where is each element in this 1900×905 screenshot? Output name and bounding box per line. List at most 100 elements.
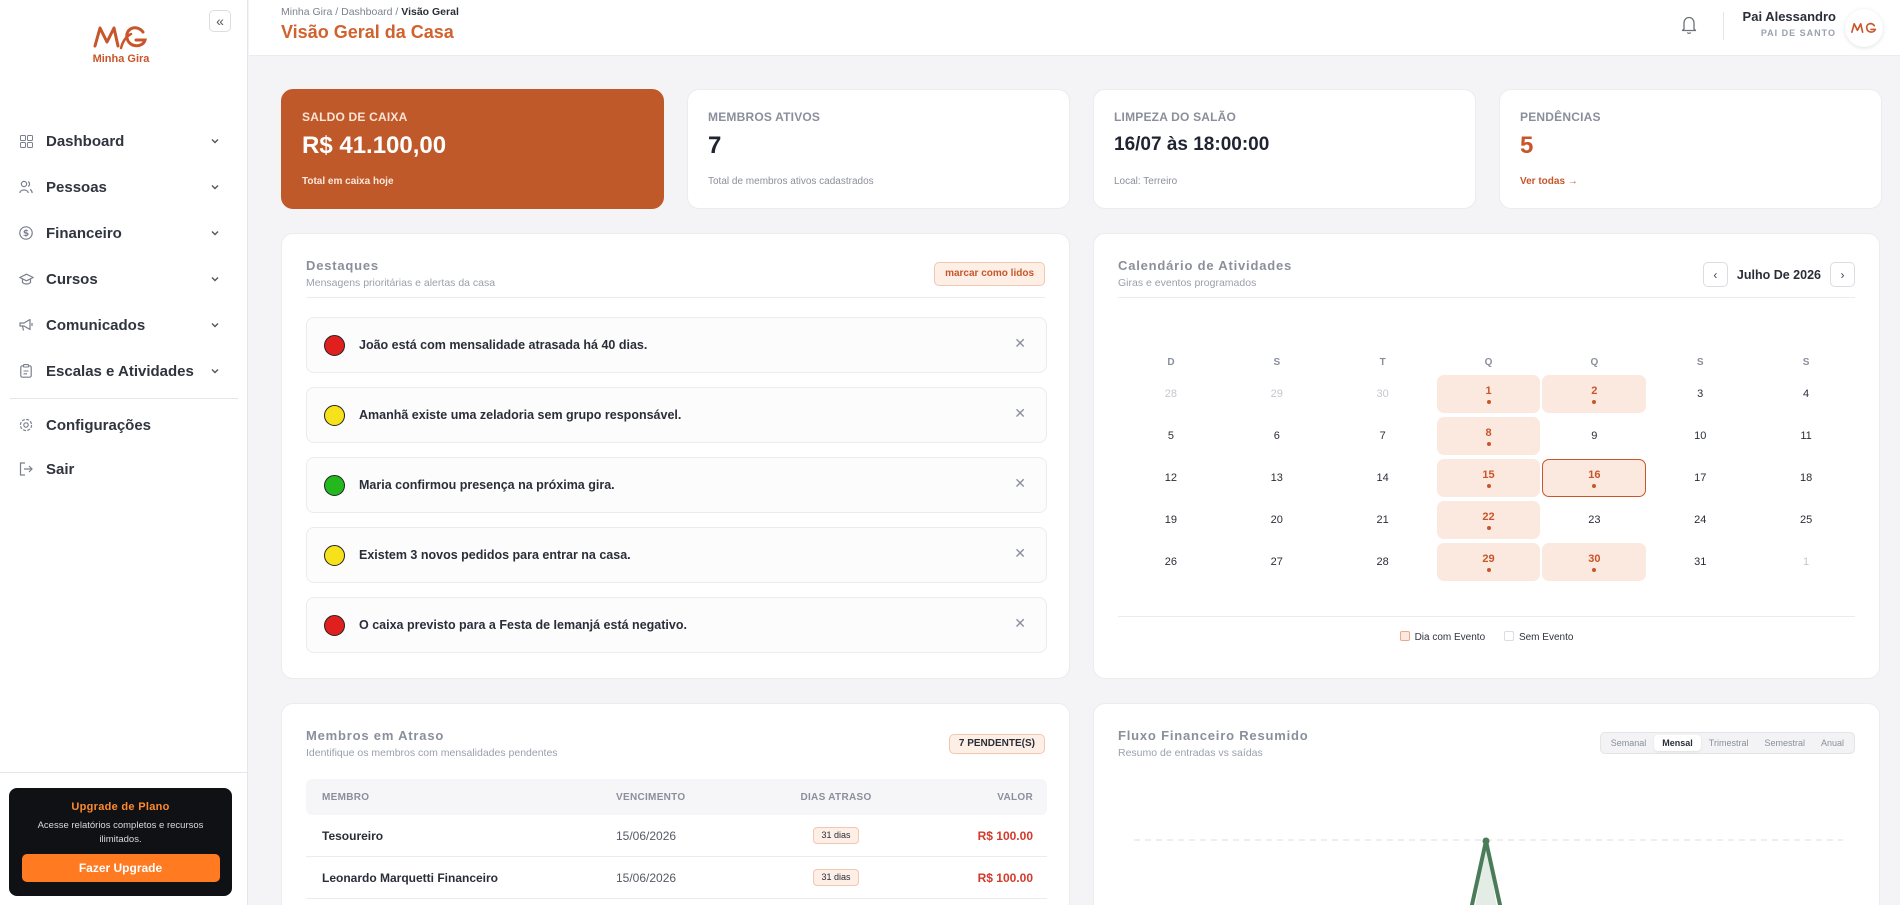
day-number: 2 [1591,384,1598,397]
logo-mark-icon [93,26,147,50]
calendar-day[interactable]: 20 [1225,499,1329,541]
calendar-day[interactable]: 27 [1225,541,1329,583]
stat-subtext: Total de membros ativos cadastrados [708,176,874,187]
event-dot-icon [1592,399,1597,404]
sidebar-item-cursos[interactable]: Cursos [0,256,248,302]
close-icon[interactable]: ✕ [1014,615,1026,632]
day-number: 22 [1482,510,1495,523]
calendar-day[interactable]: 19 [1119,499,1223,541]
days-late-badge: 31 dias [813,827,859,844]
collapse-sidebar-button[interactable]: « [209,10,231,32]
calendar-day[interactable]: 1 [1754,541,1858,583]
close-icon[interactable]: ✕ [1014,405,1026,422]
calendar-day[interactable]: 5 [1119,415,1223,457]
calendar-day[interactable]: 21 [1331,499,1435,541]
logo[interactable]: Minha Gira [85,22,157,65]
upgrade-button[interactable]: Fazer Upgrade [21,854,220,882]
calendar-day-event[interactable]: 2 [1542,375,1647,413]
calendar-day-event[interactable]: 22 [1436,501,1541,539]
sidebar-item-comunicados[interactable]: Comunicados [0,302,248,348]
sidebar-item-label: Comunicados [46,316,146,334]
calendar-day[interactable]: 30 [1331,373,1435,415]
period-option[interactable]: Trimestral [1701,735,1757,751]
sidebar-item-dashboard[interactable]: Dashboard [0,118,248,164]
day-number: 10 [1694,430,1707,442]
calendar-day-event[interactable]: 15 [1436,459,1541,497]
day-number: 24 [1694,514,1707,526]
calendar-day[interactable]: 3 [1648,373,1752,415]
column-header: DIAS ATRASO [800,791,872,803]
calendar-day-event[interactable]: 16 [1542,459,1647,497]
calendar-day[interactable]: 31 [1648,541,1752,583]
period-selector: Semanal Mensal Trimestral Semestral Anua… [1599,732,1855,754]
calendar-day-event[interactable]: 1 [1436,375,1541,413]
prev-month-button[interactable]: ‹ [1702,262,1728,287]
calendar-day[interactable]: 4 [1754,373,1858,415]
stat-label: PENDÊNCIAS [1520,110,1601,124]
see-all-link[interactable]: Ver todas → [1520,176,1578,187]
breadcrumb-item[interactable]: Minha Gira [281,6,332,18]
sidebar-item-sair[interactable]: Sair [0,447,248,491]
legend-label: Dia com Evento [1414,632,1486,643]
calendar-day[interactable]: 13 [1225,457,1329,499]
sidebar-item-escalas[interactable]: Escalas e Atividades [0,348,248,394]
top-header: Minha Gira / Dashboard / Visão Geral Vis… [249,0,1900,56]
calendar-day-event[interactable]: 30 [1542,543,1647,581]
calendar-day[interactable]: 12 [1119,457,1223,499]
bell-icon[interactable] [1680,15,1698,40]
avatar[interactable] [1845,9,1883,47]
header-divider [1723,12,1724,40]
calendar-day[interactable]: 18 [1754,457,1858,499]
period-option[interactable]: Semanal [1603,735,1655,751]
calendar-day-event[interactable]: 8 [1436,417,1541,455]
period-option[interactable]: Anual [1813,735,1852,751]
next-month-button[interactable]: › [1830,262,1855,287]
status-dot-icon [324,475,345,496]
breadcrumb-item[interactable]: Dashboard [341,6,392,18]
amount: R$ 100.00 [977,870,1033,885]
period-option[interactable]: Semestral [1756,735,1813,751]
close-icon[interactable]: ✕ [1014,335,1026,352]
mark-read-button[interactable]: marcar como lidos [934,262,1045,286]
period-option-active[interactable]: Mensal [1654,735,1701,751]
calendar-day[interactable]: 6 [1225,415,1329,457]
calendar-day[interactable]: 29 [1225,373,1329,415]
calendar-day[interactable]: 23 [1542,499,1646,541]
legend-swatch [1399,631,1410,641]
chevron-down-icon [210,363,220,380]
weekday-label: S [1696,356,1704,368]
sidebar-item-financeiro[interactable]: $ Financeiro [0,210,248,256]
calendar-day[interactable]: 28 [1331,541,1435,583]
section-title: Destaques [306,258,379,273]
close-icon[interactable]: ✕ [1014,545,1026,562]
column-header: MEMBRO [322,791,370,803]
calendar-day[interactable]: 24 [1648,499,1752,541]
day-number: 30 [1588,552,1601,565]
calendar-day[interactable]: 9 [1542,415,1646,457]
calendar-day[interactable]: 10 [1648,415,1752,457]
upgrade-description: Acesse relatórios completos e recursos i… [37,820,204,845]
day-number: 21 [1376,514,1389,526]
alert-item: Maria confirmou presença na próxima gira… [306,457,1047,513]
calendar-day-event[interactable]: 29 [1436,543,1541,581]
calendar-day[interactable]: 26 [1119,541,1223,583]
calendar-day[interactable]: 11 [1754,415,1858,457]
calendar-day[interactable]: 14 [1331,457,1435,499]
section-title: Calendário de Atividades [1118,258,1293,273]
table-row[interactable]: Leonardo Marquetti Financeiro 15/06/2026… [306,857,1047,899]
highlights-panel: Destaques Mensagens prioritárias e alert… [281,233,1070,679]
table-header: MEMBRO VENCIMENTO DIAS ATRASO VALOR [306,779,1047,815]
status-dot-icon [324,615,345,636]
calendar-day[interactable]: 28 [1119,373,1223,415]
table-row[interactable]: Tesoureiro 15/06/2026 31 dias R$ 100.00 [306,815,1047,857]
calendar-week-row: 12 13 14 15 16 17 18 [1118,457,1859,499]
day-number: 28 [1164,388,1178,400]
sidebar-item-configuracoes[interactable]: Configurações [0,403,248,447]
calendar-day[interactable]: 25 [1754,499,1858,541]
sidebar-item-pessoas[interactable]: Pessoas [0,164,248,210]
chevron-right-icon: › [1840,267,1845,282]
close-icon[interactable]: ✕ [1014,475,1026,492]
breadcrumb: Minha Gira / Dashboard / Visão Geral [281,6,459,18]
calendar-day[interactable]: 7 [1331,415,1435,457]
calendar-day[interactable]: 17 [1648,457,1752,499]
